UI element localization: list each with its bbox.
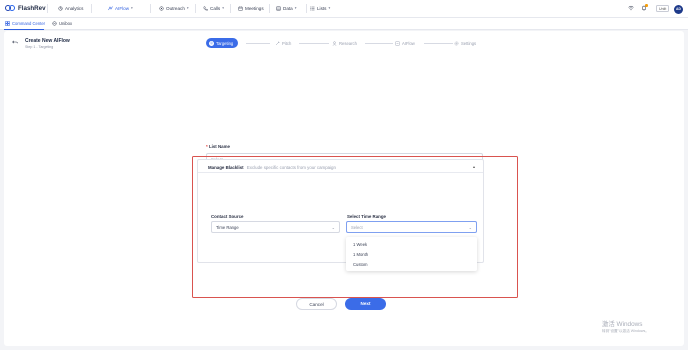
windows-activation-watermark: 激活 Windows 转到"设置"以激活 Windows。 (602, 319, 649, 334)
step-research[interactable]: Research (332, 38, 357, 48)
nav-item-aiflow[interactable]: AIFlow ▾ (108, 6, 133, 11)
wifi-icon[interactable] (628, 5, 634, 11)
top-navbar: FlashRev Analytics AIFlow ▾ Outreach ▾ C… (0, 0, 688, 18)
required-marker: * (206, 144, 208, 149)
chevron-down-icon: ⌄ (468, 225, 472, 230)
nav-divider (195, 4, 196, 13)
command-center-icon (5, 21, 10, 26)
nav-item-label: Outreach (166, 5, 185, 11)
chevron-down-icon: ▾ (328, 6, 331, 10)
nav-item-calls[interactable]: Calls ▾ (203, 6, 224, 11)
list-name-label-text: List Name (208, 144, 230, 149)
plan-badge[interactable]: Unlit (656, 5, 670, 12)
step-pitch[interactable]: Pitch (275, 38, 291, 48)
watermark-title: 激活 Windows (602, 321, 643, 328)
active-tab-indicator (4, 28, 44, 30)
gear-icon (454, 41, 459, 45)
contact-source-label: Contact Source (211, 214, 244, 219)
tab-unibox[interactable]: Unibox (52, 21, 72, 26)
nav-divider (230, 4, 231, 13)
nav-item-label: Meetings (245, 5, 264, 11)
unibox-icon (52, 21, 57, 26)
contact-source-select[interactable]: Time Range ⌄ (211, 221, 340, 233)
tab-label: Unibox (59, 21, 73, 26)
blacklist-hint: Exclude specific contacts from your camp… (246, 164, 336, 170)
step-label: Pitch (282, 40, 292, 46)
chevron-down-icon: ▾ (294, 6, 297, 10)
phone-icon (203, 6, 208, 11)
option-1-month[interactable]: 1 Month (353, 252, 368, 257)
option-custom[interactable]: Custom (353, 262, 367, 267)
time-range-select[interactable]: Select ⌄ (346, 221, 477, 233)
step-label: Research (339, 40, 357, 46)
step-connector (424, 43, 453, 44)
tab-command-center[interactable]: Command Center (5, 21, 45, 26)
contact-source-value: Time Range (216, 225, 239, 230)
nav-divider (91, 4, 92, 13)
chevron-down-icon: ⌄ (331, 225, 335, 230)
chevron-down-icon: ▾ (186, 6, 189, 10)
chevron-up-icon[interactable]: ▴ (473, 164, 475, 169)
notification-badge (645, 4, 648, 7)
analytics-icon (58, 5, 63, 11)
step-settings[interactable]: Settings (454, 38, 476, 48)
research-icon (332, 40, 337, 46)
nav-item-label: Analytics (65, 5, 84, 11)
pitch-icon (275, 41, 280, 45)
nav-item-label: Calls (210, 5, 221, 11)
nav-divider (269, 4, 270, 13)
app-logo[interactable]: FlashRev (5, 4, 46, 12)
step-connector (246, 43, 270, 44)
app-name: FlashRev (18, 4, 46, 12)
nav-item-meetings[interactable]: Meetings (238, 6, 264, 11)
nav-item-label: AIFlow (115, 5, 130, 11)
step-connector (365, 43, 393, 44)
nav-item-label: Data (283, 5, 293, 11)
nav-item-data[interactable]: Data ▾ (276, 6, 297, 11)
step-targeting[interactable]: ◎ Targeting (206, 38, 239, 48)
step-label: Settings (461, 40, 477, 46)
panel-title: Manage Blacklist Exclude specific contac… (208, 165, 336, 170)
cancel-button[interactable]: Cancel (296, 298, 337, 310)
step-label: AIFlow (402, 40, 415, 46)
aiflow-icon (108, 5, 113, 10)
nav-item-lists[interactable]: Lists ▾ (310, 6, 330, 11)
outreach-icon (159, 5, 164, 11)
nav-divider (306, 4, 307, 13)
blacklist-title: Manage Blacklist (208, 164, 244, 170)
nav-divider (150, 4, 151, 13)
tab-label: Command Center (12, 21, 46, 26)
time-range-dropdown: 1 Week 1 Month Custom (346, 237, 477, 271)
time-range-label: Select Time Range (347, 214, 386, 219)
step-connector (299, 43, 329, 44)
nav-divider (47, 4, 48, 13)
chevron-down-icon: ▾ (222, 6, 225, 10)
next-button[interactable]: Next (345, 298, 386, 310)
list-name-label: * List Name (206, 144, 230, 149)
nav-item-outreach[interactable]: Outreach ▾ (159, 6, 189, 11)
panel-header[interactable]: Manage Blacklist Exclude specific contac… (198, 160, 483, 173)
step-aiflow[interactable]: AIFlow (395, 38, 415, 48)
avatar[interactable]: AD (674, 4, 683, 14)
data-icon (276, 5, 281, 11)
target-icon: ◎ (209, 40, 214, 46)
step-indicator: ◎ Targeting Pitch Research AIFlow Settin… (4, 38, 684, 48)
sub-tab-bar: Command Center Unibox (0, 18, 688, 30)
calendar-icon (238, 6, 243, 11)
chevron-down-icon: ▾ (131, 6, 133, 10)
step-label: Targeting (216, 40, 234, 46)
nav-item-label: Lists (317, 5, 327, 11)
watermark-subtitle: 转到"设置"以激活 Windows。 (602, 329, 649, 333)
nav-item-analytics[interactable]: Analytics (58, 6, 83, 11)
aiflow-step-icon (395, 40, 400, 46)
time-range-placeholder: Select (351, 225, 363, 230)
list-icon (310, 6, 315, 10)
logo-icon (5, 4, 16, 12)
option-1-week[interactable]: 1 Week (353, 242, 367, 247)
